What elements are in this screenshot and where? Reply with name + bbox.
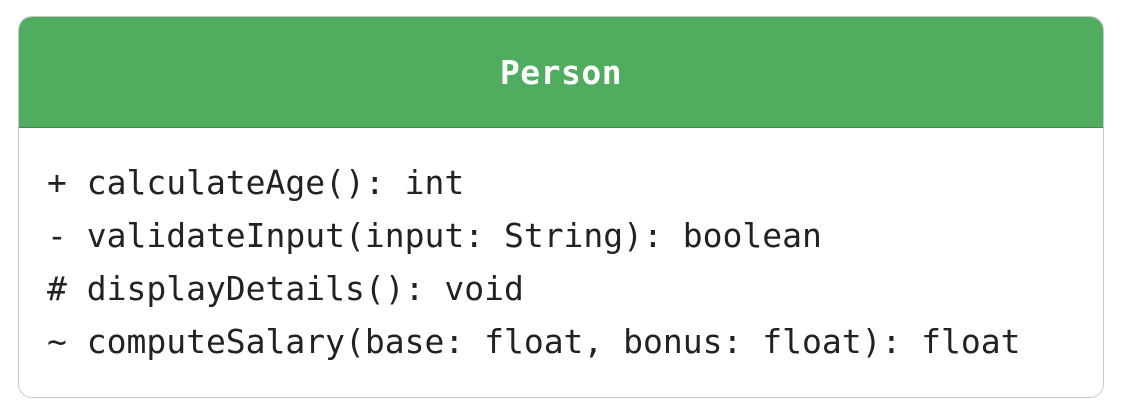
- method-display-details: # displayDetails(): void: [47, 269, 524, 308]
- methods-compartment: + calculateAge(): int - validateInput(in…: [19, 128, 1103, 368]
- method-compute-salary: ~ computeSalary(base: float, bonus: floa…: [47, 322, 1021, 361]
- method-calculate-age: + calculateAge(): int: [47, 163, 465, 202]
- method-validate-input: - validateInput(input: String): boolean: [47, 216, 822, 255]
- class-header: Person: [19, 17, 1103, 128]
- uml-class-box: Person + calculateAge(): int - validateI…: [18, 16, 1104, 398]
- class-name: Person: [499, 52, 623, 92]
